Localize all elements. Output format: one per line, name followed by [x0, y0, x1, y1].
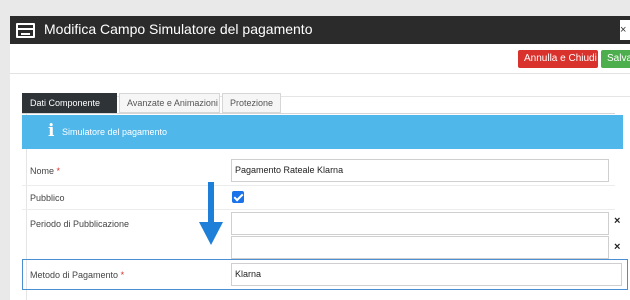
dialog-title: Modifica Campo Simulatore del pagamento — [44, 21, 313, 37]
tab-avanzate-animazioni[interactable]: Avanzate e Animazioni — [119, 93, 220, 113]
info-banner: i Simulatore del pagamento — [22, 115, 623, 149]
periodo-end-input[interactable] — [231, 236, 609, 259]
window-icon — [16, 23, 35, 38]
tab-protezione[interactable]: Protezione — [222, 93, 281, 113]
nome-label: Nome * — [30, 166, 61, 176]
cancel-and-close-button[interactable]: Annulla e Chiudi — [518, 50, 598, 68]
dialog-titlebar: Modifica Campo Simulatore del pagamento … — [10, 16, 630, 44]
tab-underline — [22, 113, 615, 114]
info-banner-text: Simulatore del pagamento — [62, 127, 168, 137]
periodo-label: Periodo di Pubblicazione — [30, 219, 130, 229]
required-marker: * — [120, 270, 125, 280]
metodo-label: Metodo di Pagamento * — [30, 270, 125, 280]
tab-dati-componente[interactable]: Dati Componente — [22, 93, 117, 113]
clear-start-icon[interactable]: × — [614, 215, 620, 227]
nome-input[interactable]: Pagamento Rateale Klarna — [231, 159, 609, 182]
arrow-down-icon — [199, 182, 223, 245]
periodo-start-input[interactable] — [231, 212, 609, 235]
row-divider — [22, 185, 615, 186]
pubblico-label: Pubblico — [30, 193, 65, 203]
pubblico-checkbox[interactable] — [232, 191, 244, 203]
metodo-input[interactable]: Klarna — [231, 263, 622, 286]
row-divider — [22, 209, 615, 210]
info-icon: i — [48, 121, 55, 141]
close-button[interactable]: × — [620, 20, 630, 40]
clear-end-icon[interactable]: × — [614, 241, 620, 253]
dialog-toolbar: Annulla e Chiudi Salva — [10, 44, 630, 74]
save-button[interactable]: Salva — [601, 50, 630, 68]
required-marker: * — [56, 166, 61, 176]
